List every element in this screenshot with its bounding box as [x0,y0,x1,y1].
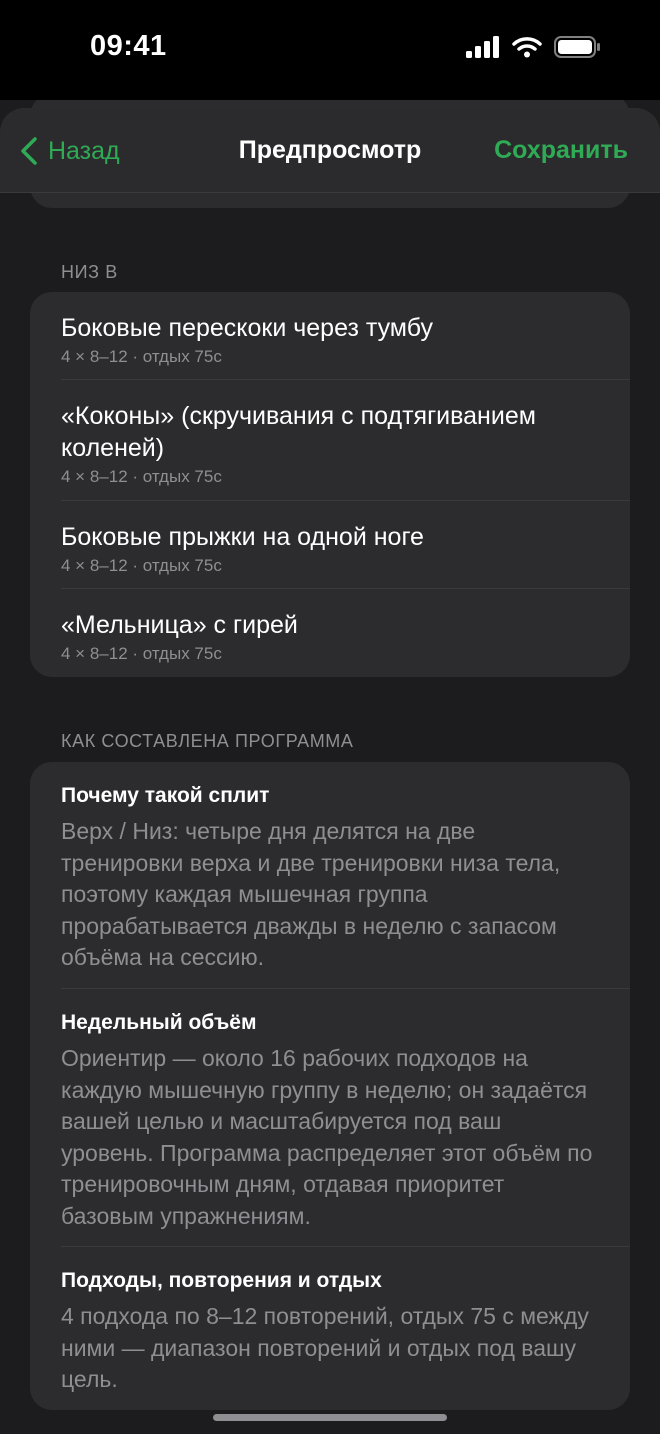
info-body: 4 подхода по 8–12 повторений, отдых 75 с… [61,1303,589,1392]
info-title: Подходы, повторения и отдых [61,1269,382,1292]
program-info-card: Почему такой сплит Верх / Низ: четыре дн… [30,762,630,1410]
page-title: Предпросмотр [238,136,422,164]
info-title: Почему такой сплит [61,784,270,807]
exercise-title: «Коконы» (скручивания с подтягиванием ко… [61,402,536,462]
chevron-left-icon [21,137,37,165]
exercise-row[interactable]: Боковые перескоки через тумбу 4 × 8–12 ·… [30,292,630,380]
signal-icon [466,36,499,58]
info-block-sets: Подходы, повторения и отдых 4 подхода по… [30,1247,630,1410]
back-label: Назад [48,136,120,165]
exercise-row[interactable]: «Коконы» (скручивания с подтягиванием ко… [30,380,630,501]
exercise-list-card: Боковые перескоки через тумбу 4 × 8–12 ·… [30,292,630,677]
status-bar: 09:41 [0,0,660,100]
info-title: Недельный объём [61,1011,257,1034]
status-icons [466,36,600,58]
back-button[interactable]: Назад [18,136,120,166]
battery-icon [554,36,600,58]
exercise-row[interactable]: Боковые прыжки на одной ноге 4 × 8–12 · … [30,501,630,589]
home-indicator[interactable] [213,1414,447,1421]
info-body: Ориентир — около 16 рабочих подходов на … [61,1045,593,1229]
exercise-meta: 4 × 8–12 · отдых 75с [61,644,222,663]
scroll-content[interactable]: НИЗ В Боковые перескоки через тумбу 4 × … [0,0,660,1434]
info-block-volume: Недельный объём Ориентир — около 16 рабо… [30,989,630,1247]
exercise-meta: 4 × 8–12 · отдых 75с [61,467,222,486]
exercise-title: Боковые прыжки на одной ноге [61,523,424,551]
navigation-bar: Назад Предпросмотр Сохранить [0,108,660,193]
info-block-split: Почему такой сплит Верх / Низ: четыре дн… [30,762,630,989]
status-time: 09:41 [90,30,167,62]
exercise-meta: 4 × 8–12 · отдых 75с [61,347,222,366]
screen: НИЗ В Боковые перескоки через тумбу 4 × … [0,0,660,1434]
save-button[interactable]: Сохранить [494,136,628,165]
section-header-program: КАК СОСТАВЛЕНА ПРОГРАММА [61,731,354,751]
exercise-title: Боковые перескоки через тумбу [61,314,433,342]
info-body: Верх / Низ: четыре дня делятся на две тр… [61,818,561,970]
exercise-meta: 4 × 8–12 · отдых 75с [61,556,222,575]
section-header-lower-b: НИЗ В [61,262,118,282]
wifi-icon [512,37,542,58]
exercise-row[interactable]: «Мельница» с гирей 4 × 8–12 · отдых 75с [30,589,630,677]
exercise-title: «Мельница» с гирей [61,611,298,639]
